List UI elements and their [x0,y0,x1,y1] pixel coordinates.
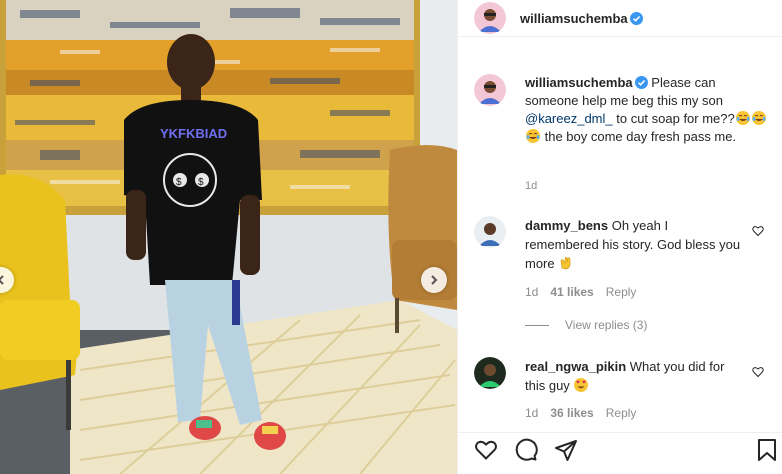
heart-eyes-emoji-icon [574,378,589,392]
reply-button[interactable]: Reply [606,406,637,420]
reply-button[interactable]: Reply [606,285,637,299]
tears-of-joy-emoji-icon [751,111,766,125]
post-side-panel: williamsuchemba williamsuchemba Please c… [457,0,782,474]
comment-timestamp[interactable]: 1d [525,406,538,420]
like-comment-heart-icon[interactable] [752,225,764,237]
tears-of-joy-emoji-icon [526,129,540,143]
post-caption: williamsuchemba Please can someone help … [474,74,769,146]
comment-icon[interactable] [514,438,538,462]
share-icon[interactable] [554,438,578,462]
caption-username[interactable]: williamsuchemba [525,75,633,90]
post-photo: YKFKBIAD $ $ [0,0,457,474]
verified-badge-icon [634,76,648,89]
comment-likes[interactable]: 41 likes [550,285,593,299]
like-comment-heart-icon[interactable] [752,366,764,378]
avatar-image [474,357,506,389]
view-replies-button[interactable]: View replies (3) [525,318,647,332]
comment-text: dammy_bens Oh yeah I remembered his stor… [525,216,745,273]
caption-body-3: the boy come day fresh pass me. [541,129,737,144]
view-replies-label: View replies (3) [565,318,648,332]
chevron-left-icon [0,275,4,285]
tears-of-joy-emoji-icon [735,111,750,125]
avatar[interactable] [474,2,506,34]
comment-meta: 1d 36 likes Reply [525,406,636,420]
bookmark-icon[interactable] [755,438,779,462]
comment-username[interactable]: dammy_bens [525,218,608,233]
comment-text: real_ngwa_pikin What you did for this gu… [525,357,745,395]
avatar-image [474,2,506,34]
avatar-image [474,74,506,106]
avatar[interactable] [474,357,506,389]
heart-icon[interactable] [474,438,498,462]
comment-item: real_ngwa_pikin What you did for this gu… [474,357,769,395]
comment-username[interactable]: real_ngwa_pikin [525,359,626,374]
mention-link[interactable]: @kareez_dml_ [525,111,613,126]
comment-timestamp[interactable]: 1d [525,285,538,299]
photo-scene: YKFKBIAD $ $ [0,0,457,474]
svg-text:YKFKBIAD: YKFKBIAD [160,126,227,141]
avatar[interactable] [474,74,506,106]
post-header: williamsuchemba [458,0,782,37]
avatar[interactable] [474,216,506,248]
verified-badge-icon [629,11,643,25]
post-action-bar [458,432,782,474]
chevron-right-icon [431,275,438,285]
comment-likes[interactable]: 36 likes [550,406,593,420]
caption-text: williamsuchemba Please can someone help … [525,74,769,146]
caption-timestamp[interactable]: 1d [525,180,537,192]
avatar-image [474,216,506,248]
svg-text:$: $ [198,177,204,188]
next-photo-button[interactable] [421,267,447,293]
caption-body-2: to cut soap for me?? [612,111,735,126]
comment-item: dammy_bens Oh yeah I remembered his stor… [474,216,769,273]
svg-text:$: $ [176,177,182,188]
replies-divider-line [525,324,549,326]
clapping-hands-emoji-icon [560,257,571,270]
comment-meta: 1d 41 likes Reply [525,285,636,299]
header-username[interactable]: williamsuchemba [520,11,628,26]
